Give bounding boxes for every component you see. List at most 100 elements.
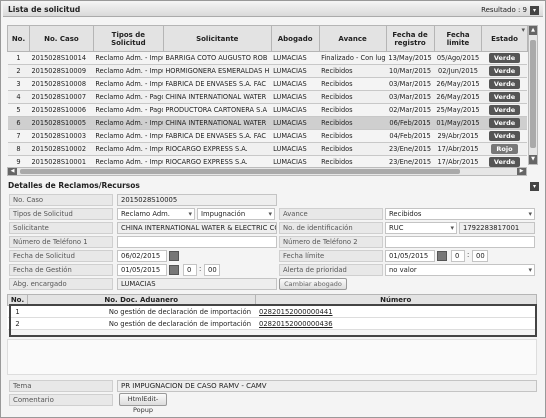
table-header-row: No. No. Caso Tipos de Solicitud Solicitante… <box>7 25 528 52</box>
fecha-limite-input[interactable]: 01/05/2015 <box>385 250 435 262</box>
cell-reg: 04/Feb/2015 <box>386 129 435 143</box>
cell-av: Recibidos <box>319 116 387 130</box>
details-title: Detalles de Reclamos/Recursos <box>8 181 140 190</box>
cell-caso: 2015028S10014 <box>29 51 94 65</box>
scroll-thumb[interactable] <box>530 40 536 148</box>
column-header[interactable]: No. <box>7 25 30 52</box>
fecha-limite-hour[interactable]: 0 <box>451 250 465 262</box>
cell-lim: 29/Abr/2015 <box>434 129 482 143</box>
cell-abo: LUMACIAS <box>271 77 320 91</box>
table-row[interactable]: 7 2015028S10003 Reclamo Adm. - Impug FABRIC… <box>7 129 527 143</box>
cell-lim: 05/Ago/2015 <box>434 51 482 65</box>
fecha-solicitud-input[interactable]: 06/02/2015 <box>117 250 167 262</box>
cell-av: Recibidos <box>319 129 387 143</box>
calendar-icon[interactable] <box>169 251 179 261</box>
scroll-left-icon[interactable]: ◀ <box>8 168 17 175</box>
cell-abo: LUMACIAS <box>271 116 320 130</box>
html-edit-popup-button[interactable]: HtmlEdit-Popup <box>119 393 167 414</box>
hscroll-thumb[interactable] <box>20 169 460 174</box>
status-badge: Rojo <box>491 144 518 154</box>
cell-est: Verde <box>481 77 527 91</box>
cell-est: Verde <box>481 64 527 78</box>
cell-caso: 2015028S10006 <box>29 103 94 117</box>
solicitante-field: CHINA INTERNATIONAL WATER & ELECTRIC CO <box>117 222 277 234</box>
cell-sol: FABRICA DE ENVASES S.A. FAC <box>163 129 272 143</box>
collapse-icon[interactable]: ▾ <box>530 5 539 15</box>
table-horizontal-scrollbar[interactable]: ◀ ▶ <box>7 167 527 176</box>
table-row[interactable]: 6 2015028S10005 Reclamo Adm. - Impug CHINA … <box>7 116 527 130</box>
table-row[interactable]: 8 2015028S10002 Reclamo Adm. - Impug RIOCAR… <box>7 142 527 156</box>
alerta-select[interactable]: no valor <box>385 264 535 276</box>
cell-est: Verde <box>481 90 527 104</box>
cell-av: Recibidos <box>319 142 387 156</box>
column-header[interactable]: Abogado <box>270 25 320 52</box>
table-row[interactable]: 1 2015028S10014 Reclamo Adm. - Impug BARRIG… <box>7 51 527 65</box>
result-count: Resultado : 9 <box>481 6 527 14</box>
cell-abo: LUMACIAS <box>271 51 320 65</box>
column-header[interactable]: Tipos de Solicitud <box>92 25 164 52</box>
cell-no: 5 <box>7 103 30 117</box>
status-badge: Verde <box>488 118 521 128</box>
cell-abo: LUMACIAS <box>271 64 320 78</box>
details-header: Detalles de Reclamos/Recursos ▾ <box>3 179 543 193</box>
table-row[interactable]: 3 2015028S10008 Reclamo Adm. - Impug FABRIC… <box>7 77 527 91</box>
cell-av: Recibidos <box>319 77 387 91</box>
cell-reg: 02/Mar/2015 <box>386 103 435 117</box>
cell-lim: 02/Jun/2015 <box>434 64 482 78</box>
cell-av: Recibidos <box>319 103 387 117</box>
calendar-icon[interactable] <box>169 265 179 275</box>
fecha-gestion-hour[interactable]: 0 <box>183 264 197 276</box>
table-row[interactable]: 2 2015028S10009 Reclamo Adm. - Impug HORMIG… <box>7 64 527 78</box>
scroll-down-icon[interactable]: ▼ <box>529 155 537 164</box>
cell-tipo: Reclamo Adm. - Impug <box>93 142 164 156</box>
tel1-input[interactable] <box>117 236 277 248</box>
abogado-field: LUMACIAS <box>117 278 277 290</box>
list-panel-title: Lista de solicitud <box>8 5 81 14</box>
cell-reg: 10/Mar/2015 <box>386 64 435 78</box>
scroll-right-icon[interactable]: ▶ <box>517 168 526 175</box>
cell-reg: 03/Mar/2015 <box>386 77 435 91</box>
fecha-gestion-input[interactable]: 01/05/2015 <box>117 264 167 276</box>
scroll-up-icon[interactable]: ▲ <box>529 26 537 35</box>
fecha-limite-label: Fecha límite <box>279 250 383 262</box>
cell-tipo: Reclamo Adm. - Impug <box>93 77 164 91</box>
cell-est: Verde <box>481 116 527 130</box>
column-header[interactable]: No. Caso <box>28 25 94 52</box>
collapse-details-icon[interactable]: ▾ <box>530 181 539 191</box>
cambiar-abogado-button[interactable]: Cambiar abogado <box>279 278 347 290</box>
tel2-label: Número de Teléfono 2 <box>279 236 383 248</box>
calendar-icon[interactable] <box>437 251 447 261</box>
cell-abo: LUMACIAS <box>271 90 320 104</box>
fecha-gestion-minute[interactable]: 00 <box>204 264 220 276</box>
column-header[interactable]: Solicitante <box>162 25 272 52</box>
tipo-select[interactable]: Reclamo Adm. <box>117 208 195 220</box>
fecha-solicitud-label: Fecha de Solicitud <box>9 250 113 262</box>
column-header[interactable]: Avance <box>318 25 387 52</box>
cell-tipo: Reclamo Adm. - Pago <box>93 90 164 104</box>
cell-av: Finalizado - Con lugar <box>319 51 387 65</box>
table-row[interactable]: 4 2015028S10007 Reclamo Adm. - Pago CHINA I… <box>7 90 527 104</box>
cell-lim: 01/May/2015 <box>434 116 482 130</box>
column-header[interactable]: Fecha de registro <box>385 25 435 52</box>
cell-abo: LUMACIAS <box>271 103 320 117</box>
column-header[interactable]: Estado <box>481 25 528 52</box>
status-badge: Verde <box>488 105 521 115</box>
fecha-limite-minute[interactable]: 00 <box>472 250 488 262</box>
docs-highlight <box>9 304 537 337</box>
subtipo-select[interactable]: Impugnación <box>197 208 275 220</box>
details-form: No. Caso 2015028S10005 Tipos de Solicitu… <box>9 194 537 292</box>
cell-tipo: Reclamo Adm. - Pago <box>93 103 164 117</box>
ident-type-select[interactable]: RUC <box>385 222 457 234</box>
avance-select[interactable]: Recibidos <box>385 208 535 220</box>
column-header[interactable]: Fecha limite <box>433 25 483 52</box>
tema-field: PR IMPUGNACION DE CASO RAMV - CAMV <box>117 380 537 392</box>
tel2-input[interactable] <box>385 236 535 248</box>
table-row[interactable]: 5 2015028S10006 Reclamo Adm. - Pago PRODUCT… <box>7 103 527 117</box>
cell-sol: BARRIGA COTO AUGUSTO ROB <box>163 51 272 65</box>
cell-sol: RIOCARGO EXPRESS S.A. <box>163 142 272 156</box>
main-frame: Lista de solicitud Resultado : 9 ▾ No. No.… <box>0 0 546 418</box>
cell-lim: 17/Abr/2015 <box>434 142 482 156</box>
table-vertical-scrollbar[interactable]: ▲ ▼ <box>528 25 538 165</box>
status-badge: Verde <box>488 66 521 76</box>
cell-lim: 25/May/2015 <box>434 103 482 117</box>
